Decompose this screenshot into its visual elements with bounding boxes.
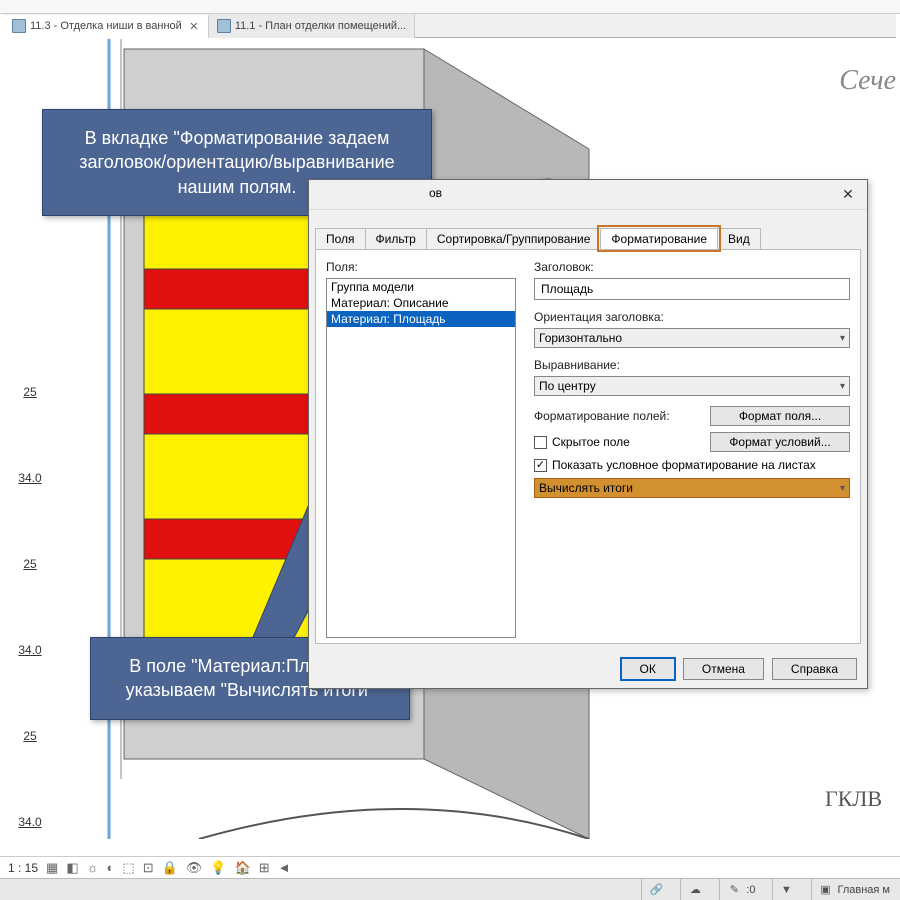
view-icon: [217, 19, 231, 33]
tab-title: 11.1 - План отделки помещений...: [235, 20, 406, 32]
model-icon[interactable]: ▣: [818, 882, 834, 898]
chevron-down-icon: ▾: [840, 381, 845, 392]
dimensions-left: 25 34.0 25 34.0 25 34.0 290: [10, 349, 50, 856]
filter-icon[interactable]: ▼: [779, 882, 795, 898]
heading-input[interactable]: [534, 278, 850, 300]
ok-button[interactable]: ОК: [621, 658, 675, 680]
tab-other[interactable]: 11.1 - План отделки помещений...: [209, 14, 415, 38]
format-fields-label: Форматирование полей:: [534, 409, 670, 423]
label-gklv: ГКЛВ: [825, 786, 882, 812]
chevron-down-icon: ▾: [840, 483, 845, 494]
calculate-totals-select[interactable]: Вычислять итоги▾: [534, 478, 850, 498]
schedule-properties-dialog: ов ✕ Поля Фильтр Сортировка/Группировани…: [308, 179, 868, 689]
help-button[interactable]: Справка: [772, 658, 857, 680]
format-field-button[interactable]: Формат поля...: [710, 406, 850, 426]
dialog-tabs: Поля Фильтр Сортировка/Группирование Фор…: [315, 228, 760, 249]
edit-icon[interactable]: ✎: [726, 882, 742, 898]
crop-region-icon[interactable]: ⊡: [143, 860, 154, 876]
dialog-body: Поля: Группа модели Материал: Описание М…: [315, 249, 861, 644]
hidden-field-label: Скрытое поле: [552, 435, 630, 449]
show-conditional-label: Показать условное форматирование на лист…: [552, 458, 816, 472]
status-count: :0: [746, 884, 755, 896]
show-conditional-checkbox[interactable]: [534, 459, 547, 472]
visual-style-icon[interactable]: ◧: [66, 860, 78, 876]
view-control-bar: 1 : 15 ▦ ◧ ☼ ◐ ⬚ ⊡ 🔒 👁 💡 🏠 ⊞ ◄: [0, 856, 900, 878]
lock-icon[interactable]: 🔒: [162, 860, 178, 876]
orientation-select[interactable]: Горизонтально▾: [534, 328, 850, 348]
format-conditions-button[interactable]: Формат условий...: [710, 432, 850, 452]
align-label: Выравнивание:: [534, 358, 850, 372]
view-icon: [12, 19, 26, 33]
view-icon[interactable]: 🏠: [235, 860, 251, 876]
reveal-icon[interactable]: 💡: [210, 860, 226, 876]
detail-level-icon[interactable]: ▦: [46, 860, 58, 876]
tab-active[interactable]: 11.3 - Отделка ниши в ванной ✕: [4, 15, 209, 39]
document-tabs: 11.3 - Отделка ниши в ванной ✕ 11.1 - Пл…: [4, 14, 896, 38]
list-item-selected[interactable]: Материал: Площадь: [327, 311, 515, 327]
tab-fields[interactable]: Поля: [315, 228, 366, 249]
hide-icon[interactable]: 👁: [186, 860, 203, 876]
close-icon[interactable]: ✕: [188, 20, 200, 32]
shadows-icon[interactable]: ◐: [107, 860, 115, 875]
scale-display[interactable]: 1 : 15: [8, 861, 38, 875]
fields-listbox[interactable]: Группа модели Материал: Описание Материа…: [326, 278, 516, 638]
tab-view[interactable]: Вид: [717, 228, 761, 249]
align-select[interactable]: По центру▾: [534, 376, 850, 396]
link-icon[interactable]: 🔗: [648, 882, 664, 898]
list-item[interactable]: Группа модели: [327, 279, 515, 295]
tab-title: 11.3 - Отделка ниши в ванной: [30, 20, 182, 32]
crop-icon[interactable]: ⬚: [122, 860, 134, 876]
drawing-canvas[interactable]: Сече ГКЛВ 25 34.0 25 34.0 25 34.0 290 25…: [0, 39, 900, 856]
status-main: Главная м: [838, 884, 891, 896]
arrow-left-icon[interactable]: ◄: [278, 860, 291, 875]
orientation-label: Ориентация заголовка:: [534, 310, 850, 324]
dialog-title: ов: [429, 186, 442, 200]
close-button[interactable]: ✕: [829, 181, 867, 209]
cloud-icon[interactable]: ☁: [687, 882, 703, 898]
tab-formatting[interactable]: Форматирование: [600, 228, 718, 249]
cancel-button[interactable]: Отмена: [683, 658, 764, 680]
tab-filter[interactable]: Фильтр: [365, 228, 427, 249]
section-label: Сече: [839, 65, 896, 97]
list-item[interactable]: Материал: Описание: [327, 295, 515, 311]
nav-icon[interactable]: ⊞: [259, 860, 270, 876]
status-bar: 🔗 ☁ ✎ :0 ▼ ▣ Главная м: [0, 878, 900, 900]
tab-sort-group[interactable]: Сортировка/Группирование: [426, 228, 602, 249]
chevron-down-icon: ▾: [840, 333, 845, 344]
hidden-field-checkbox[interactable]: [534, 436, 547, 449]
heading-label: Заголовок:: [534, 260, 850, 274]
sun-path-icon[interactable]: ☼: [87, 860, 99, 875]
